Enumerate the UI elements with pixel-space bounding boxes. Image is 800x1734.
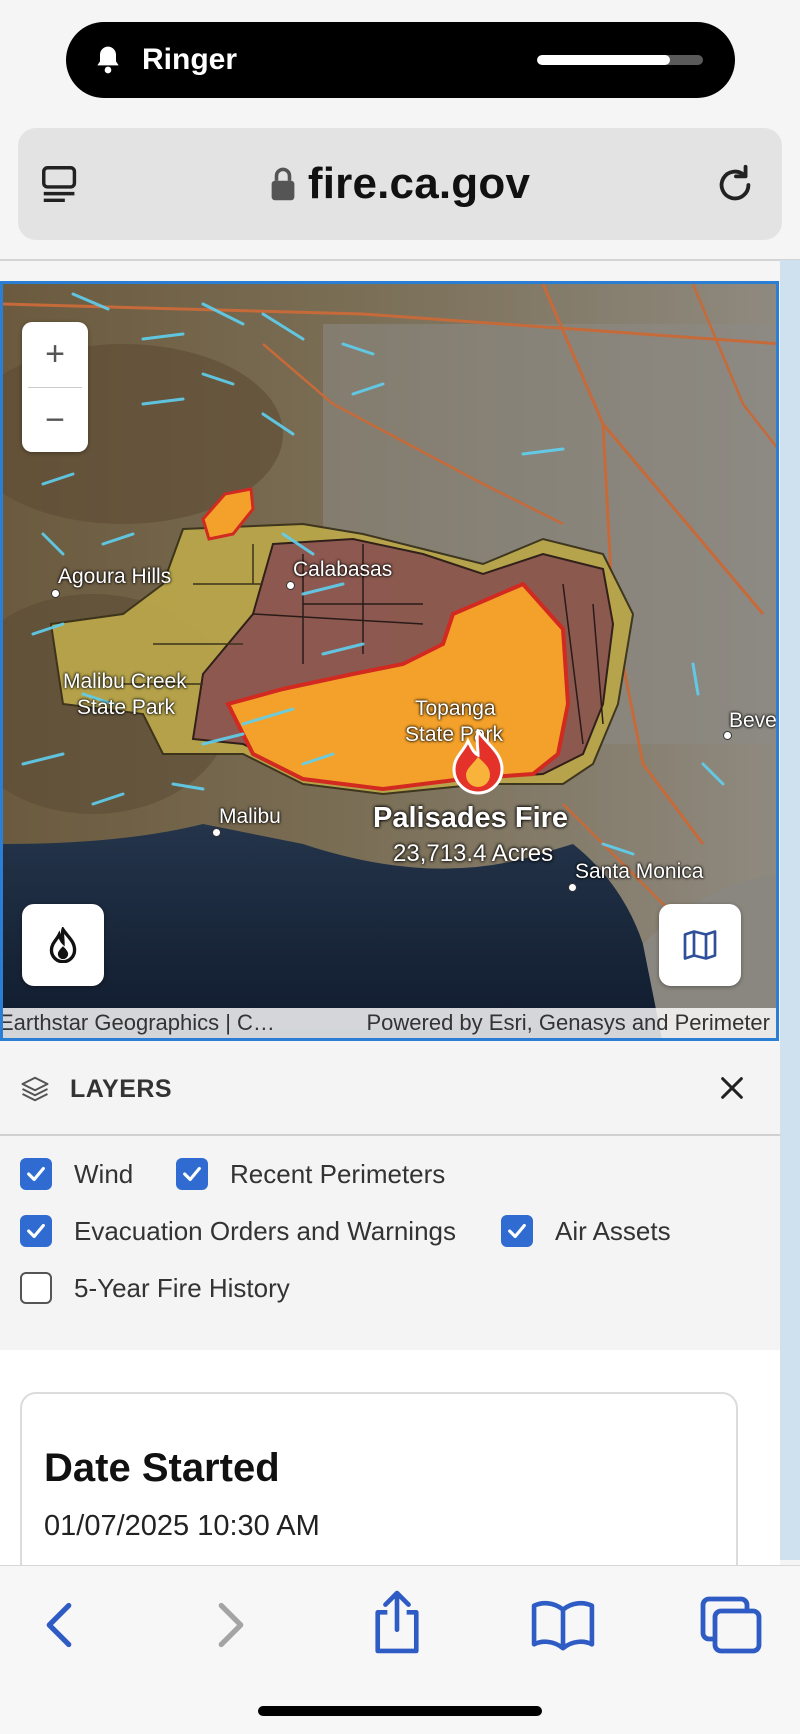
- layers-icon: [21, 1076, 49, 1102]
- home-indicator[interactable]: [258, 1706, 542, 1716]
- toolbar-divider: [0, 259, 800, 261]
- card-value: 01/07/2025 10:30 AM: [44, 1510, 320, 1542]
- check-icon: [27, 1166, 45, 1182]
- place-agoura-hills: Agoura Hills: [58, 565, 172, 588]
- address-center: fire.ca.gov: [18, 128, 782, 240]
- place-dot: [723, 731, 732, 740]
- place-dot: [212, 828, 221, 837]
- attribution-right: Powered by Esri, Genasys and Perimeter: [366, 1010, 770, 1035]
- layer-wind[interactable]: Wind: [20, 1158, 133, 1190]
- reload-icon[interactable]: [712, 162, 758, 208]
- ringer-label: Ringer: [142, 43, 238, 76]
- book-icon: [531, 1600, 595, 1651]
- map-attribution: Earthstar Geographics | C… Powered by Es…: [3, 1008, 776, 1038]
- chevron-right-icon: [218, 1602, 244, 1648]
- zoom-control: + −: [22, 322, 88, 452]
- bell-icon: [97, 46, 119, 74]
- ringer-volume-fill: [537, 55, 670, 65]
- flame-icon: [49, 927, 77, 963]
- layers-panel: LAYERS Wind Recent Perimeters Evacuation…: [0, 1044, 780, 1350]
- tabs-button[interactable]: [696, 1594, 766, 1656]
- place-dot: [286, 581, 295, 590]
- place-beverly: Beve: [729, 709, 777, 732]
- check-icon: [183, 1166, 201, 1182]
- layer-evacuation[interactable]: Evacuation Orders and Warnings: [20, 1215, 456, 1247]
- check-icon: [27, 1223, 45, 1239]
- lock-icon: [271, 167, 295, 201]
- place-santa-monica: Santa Monica: [575, 860, 704, 883]
- layer-air-assets[interactable]: Air Assets: [501, 1215, 671, 1247]
- fire-details: Date Started 01/07/2025 10:30 AM: [0, 1350, 780, 1612]
- fire-map[interactable]: Agoura Hills Calabasas Malibu Creek Stat…: [0, 281, 779, 1041]
- back-button[interactable]: [24, 1594, 94, 1656]
- checkbox-recent-perimeters[interactable]: [176, 1158, 208, 1190]
- url-domain: fire.ca.gov: [307, 159, 531, 208]
- layer-label: Recent Perimeters: [230, 1158, 446, 1189]
- share-button[interactable]: [362, 1586, 432, 1658]
- ringer-indicator: Ringer: [66, 22, 735, 98]
- place-dot: [51, 589, 60, 598]
- basemap-button[interactable]: [659, 904, 741, 986]
- place-malibu-creek-line1: Malibu Creek: [63, 670, 187, 693]
- fire-marker-icon[interactable]: [450, 729, 506, 795]
- layer-label: Air Assets: [555, 1215, 671, 1246]
- layer-recent-perimeters[interactable]: Recent Perimeters: [176, 1158, 445, 1190]
- place-calabasas: Calabasas: [293, 558, 393, 581]
- layer-fire-history[interactable]: 5-Year Fire History: [20, 1272, 290, 1304]
- layer-label: Wind: [74, 1158, 134, 1189]
- layers-header: LAYERS: [0, 1044, 780, 1136]
- attribution-left: Earthstar Geographics | C…: [0, 1010, 275, 1035]
- map-icon: [683, 930, 717, 960]
- page-scroll-rail: [780, 260, 800, 1560]
- place-dot: [568, 883, 577, 892]
- address-bar[interactable]: fire.ca.gov: [18, 128, 782, 240]
- checkbox-wind[interactable]: [20, 1158, 52, 1190]
- checkbox-fire-history[interactable]: [20, 1272, 52, 1304]
- place-topanga-line1: Topanga: [415, 697, 496, 720]
- share-icon: [375, 1590, 419, 1654]
- forward-button[interactable]: [196, 1594, 266, 1656]
- checkbox-evacuation[interactable]: [20, 1215, 52, 1247]
- layer-label: 5-Year Fire History: [74, 1272, 290, 1303]
- layers-title: LAYERS: [70, 1074, 173, 1103]
- place-malibu-creek-line2: State Park: [77, 696, 176, 719]
- mobile-browser-page: Ringer fire.ca.gov Agoura Hills Calabasa…: [0, 0, 800, 1734]
- zoom-out-button[interactable]: −: [22, 388, 88, 453]
- checkbox-air-assets[interactable]: [501, 1215, 533, 1247]
- close-icon[interactable]: [718, 1074, 746, 1102]
- layer-label: Evacuation Orders and Warnings: [74, 1215, 457, 1246]
- zoom-in-button[interactable]: +: [22, 322, 88, 387]
- chevron-left-icon: [46, 1602, 72, 1648]
- card-heading: Date Started: [44, 1446, 280, 1490]
- fire-name-label: Palisades Fire: [373, 802, 569, 834]
- ringer-volume-bar: [537, 55, 703, 65]
- tabs-icon: [700, 1596, 762, 1654]
- check-icon: [508, 1223, 526, 1239]
- fire-acres-label: 23,713.4 Acres: [393, 840, 554, 867]
- fire-layer-button[interactable]: [22, 904, 104, 986]
- place-malibu: Malibu: [219, 805, 281, 828]
- bookmarks-button[interactable]: [528, 1594, 598, 1656]
